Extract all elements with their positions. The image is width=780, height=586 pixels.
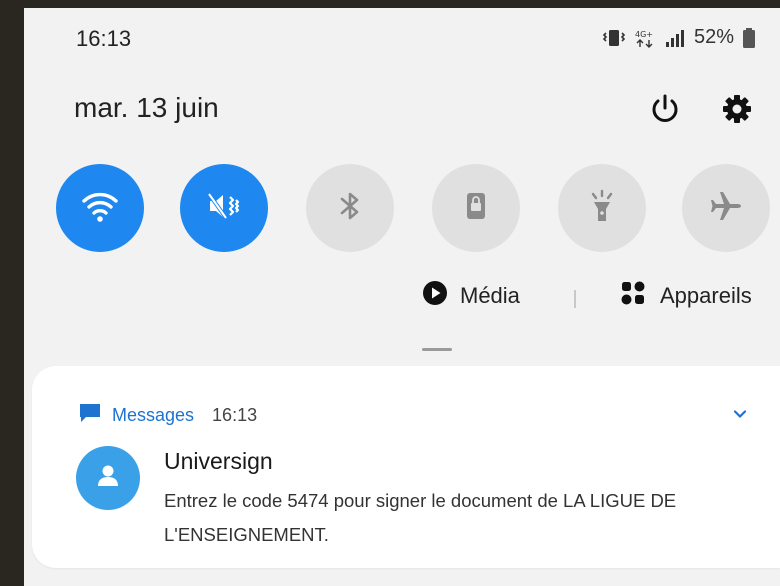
flashlight-icon bbox=[582, 186, 622, 231]
bluetooth-icon bbox=[330, 186, 370, 231]
wifi-toggle[interactable] bbox=[56, 164, 144, 252]
notification-time: 16:13 bbox=[212, 405, 258, 425]
wifi-icon bbox=[78, 184, 122, 233]
chevron-down-icon[interactable] bbox=[732, 406, 748, 422]
signal-icon bbox=[664, 28, 686, 48]
date-label: mar. 13 juin bbox=[74, 92, 219, 123]
vibrate-icon bbox=[602, 28, 626, 48]
row-divider bbox=[574, 290, 576, 308]
bluetooth-toggle[interactable] bbox=[306, 164, 394, 252]
play-icon bbox=[422, 280, 448, 312]
airplane-toggle[interactable] bbox=[682, 164, 770, 252]
vibrate-icon bbox=[202, 184, 246, 233]
battery-icon bbox=[742, 27, 756, 49]
portrait-lock-icon bbox=[456, 186, 496, 231]
status-time: 16:13 bbox=[76, 26, 132, 51]
app-name: Messages bbox=[112, 405, 195, 425]
media-button[interactable]: Média bbox=[422, 280, 520, 312]
mobile-data-icon: 4G+ bbox=[634, 28, 656, 48]
message-icon bbox=[78, 402, 102, 429]
airplane-icon bbox=[706, 186, 746, 231]
portrait-lock-toggle[interactable] bbox=[432, 164, 520, 252]
power-icon[interactable] bbox=[648, 92, 682, 126]
sound-toggle[interactable] bbox=[180, 164, 268, 252]
screen-frame: 16:13 4G+ 52% mar. 13 juin Média Apparei… bbox=[0, 0, 780, 586]
avatar bbox=[76, 446, 140, 510]
sender-name: Universign bbox=[164, 448, 273, 474]
devices-button[interactable]: Appareils bbox=[620, 280, 752, 312]
status-icons: 4G+ 52% bbox=[602, 26, 756, 49]
notification-body: Entrez le code 5474 pour signer le docum… bbox=[164, 490, 677, 545]
devices-label: Appareils bbox=[660, 283, 752, 308]
notification-card[interactable]: Messages 16:13 Universign Entrez le code… bbox=[32, 366, 780, 568]
battery-percent: 52% bbox=[693, 26, 734, 48]
flashlight-toggle[interactable] bbox=[558, 164, 646, 252]
gear-icon[interactable] bbox=[720, 92, 754, 126]
media-label: Média bbox=[460, 283, 520, 308]
notification-header: Messages 16:13 bbox=[78, 402, 257, 429]
svg-text:4G+: 4G+ bbox=[635, 30, 653, 39]
drag-handle[interactable] bbox=[422, 348, 452, 351]
devices-icon bbox=[620, 280, 646, 312]
person-icon bbox=[93, 461, 123, 496]
